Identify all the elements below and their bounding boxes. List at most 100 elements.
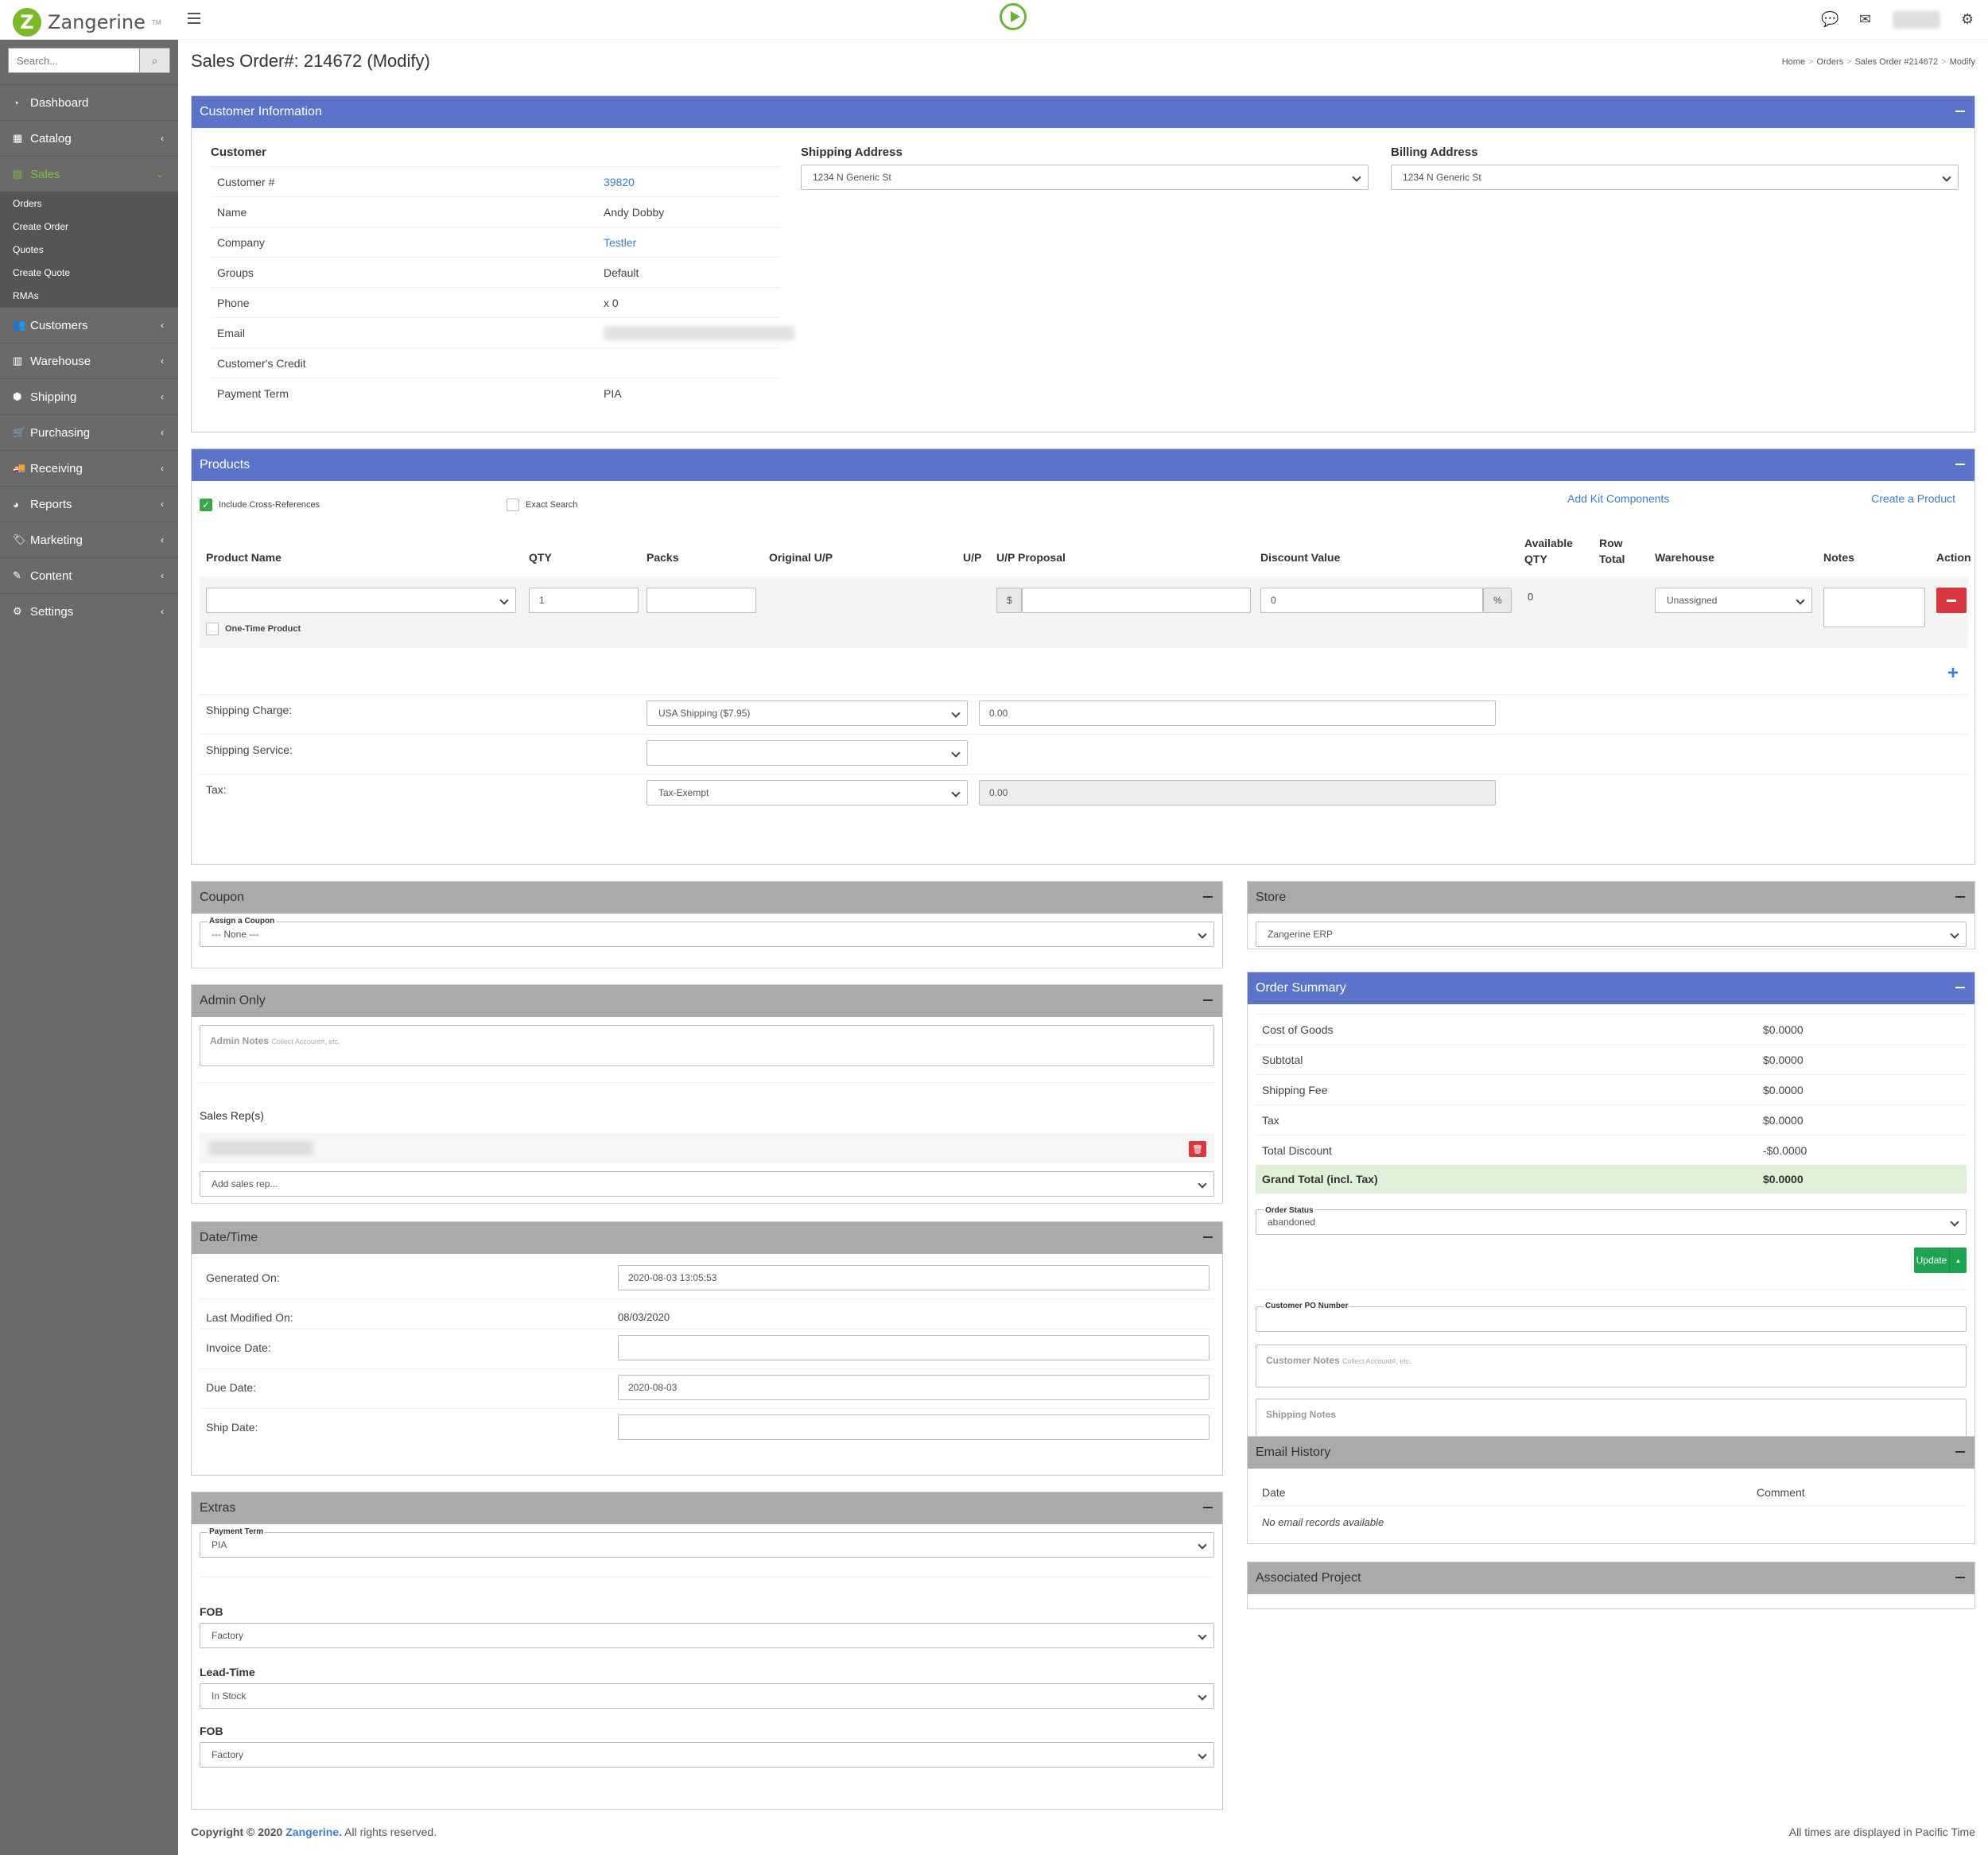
sidebar-item-dashboard[interactable]: ◔ Dashboard — [0, 84, 178, 120]
breadcrumb-item[interactable]: Sales Order #214672 — [1855, 57, 1939, 67]
include-xref-checkbox[interactable]: ✓ Include Cross-References — [200, 499, 320, 511]
user-avatar[interactable] — [1893, 11, 1940, 29]
sidebar-item-label: Dashboard — [30, 95, 89, 110]
payment-term-select[interactable]: PIA — [200, 1532, 1214, 1558]
subnav-item[interactable]: Orders — [0, 192, 178, 215]
customer-po-input[interactable] — [1256, 1306, 1967, 1332]
sidebar-item-sales[interactable]: ▤ Sales ⌄ — [0, 156, 178, 192]
top-bar: Z Zangerine TM 💬 ✉ ⚙ — [0, 0, 1988, 40]
sidebar-item-customers[interactable]: 👥 Customers ‹ — [0, 307, 178, 343]
warehouse-select[interactable]: Unassigned — [1655, 588, 1812, 613]
sidebar-item-shipping[interactable]: ⬢ Shipping ‹ — [0, 378, 178, 414]
lead-time-select[interactable]: In Stock — [200, 1683, 1214, 1709]
divider — [200, 734, 1968, 735]
update-button[interactable]: Update — [1914, 1248, 1949, 1273]
menu-toggle-icon[interactable] — [188, 13, 200, 24]
shipping-notes-textarea[interactable]: Shipping Notes — [1256, 1399, 1967, 1442]
collapse-icon[interactable] — [1203, 999, 1213, 1001]
trash-icon[interactable]: 🗑 — [1189, 1141, 1206, 1157]
sidebar-item-receiving[interactable]: 🚚 Receiving ‹ — [0, 450, 178, 486]
collapse-icon[interactable] — [1955, 464, 1965, 465]
product-name-select[interactable] — [206, 588, 516, 613]
collapse-icon[interactable] — [1955, 1451, 1965, 1453]
sidebar-item-label: Marketing — [30, 533, 83, 547]
dashboard-icon: ◔ — [13, 96, 19, 109]
subnav-item[interactable]: Quotes — [0, 238, 178, 261]
chevron-left-icon: ‹ — [161, 463, 164, 474]
breadcrumb-item: Modify — [1949, 57, 1975, 67]
footer-brand-link[interactable]: Zangerine. — [285, 1826, 342, 1838]
shipping-service-select[interactable] — [646, 740, 968, 766]
remove-row-button[interactable] — [1936, 588, 1967, 613]
search-input[interactable] — [8, 48, 140, 73]
sidebar-item-settings[interactable]: ⚙ Settings ‹ — [0, 593, 178, 629]
purchasing-icon: 🛒 — [13, 426, 26, 438]
fob-select-2[interactable]: Factory — [200, 1742, 1214, 1768]
row-value[interactable]: Testler — [604, 236, 636, 249]
shipping-charge-select[interactable]: USA Shipping ($7.95) — [646, 700, 968, 726]
packs-input[interactable] — [646, 588, 756, 613]
customer-notes-textarea[interactable]: Customer Notes Collect Account#, etc. — [1256, 1345, 1967, 1387]
datetime-panel: Date/Time Generated On: 2020-08-03 13:05:… — [191, 1221, 1223, 1476]
sidebar-item-content[interactable]: ✎ Content ‹ — [0, 557, 178, 593]
collapse-icon[interactable] — [1955, 896, 1965, 898]
coupon-select[interactable]: --- None --- — [200, 922, 1214, 947]
sidebar-item-purchasing[interactable]: 🛒 Purchasing ‹ — [0, 414, 178, 450]
chat-icon[interactable]: 💬 — [1821, 11, 1839, 28]
date-input[interactable]: 2020-08-03 13:05:53 — [618, 1265, 1209, 1290]
collapse-icon[interactable] — [1203, 1236, 1213, 1238]
exact-search-checkbox[interactable]: Exact Search — [507, 499, 577, 511]
discount-input[interactable]: 0 — [1260, 588, 1483, 613]
one-time-product-checkbox[interactable]: One-Time Product — [206, 623, 301, 635]
settings-gear-icon[interactable]: ⚙ — [1961, 11, 1974, 28]
lead-time-label: Lead-Time — [200, 1666, 255, 1678]
sidebar-item-catalog[interactable]: ▦ Catalog ‹ — [0, 120, 178, 156]
shipping-address-select[interactable]: 1234 N Generic St — [801, 165, 1369, 190]
store-select[interactable]: Zangerine ERP — [1256, 922, 1967, 947]
sidebar-item-warehouse[interactable]: ▥ Warehouse ‹ — [0, 343, 178, 378]
shipping-charge-input[interactable]: 0.00 — [979, 700, 1496, 726]
search-icon[interactable]: ⌕ — [140, 48, 170, 73]
copyright-text: Copyright © 2020 — [191, 1826, 283, 1838]
play-icon[interactable] — [1000, 3, 1027, 30]
trademark: TM — [151, 18, 161, 26]
collapse-icon[interactable] — [1955, 987, 1965, 988]
row-label: Groups — [217, 266, 254, 279]
sales-rep-row: 🗑 — [200, 1133, 1214, 1163]
collapse-icon[interactable] — [1203, 1507, 1213, 1508]
col-product-name: Product Name — [206, 551, 282, 564]
subnav-item[interactable]: Create Order — [0, 215, 178, 238]
summary-row: Cost of Goods $0.0000 — [1256, 1014, 1967, 1044]
collapse-icon[interactable] — [1203, 896, 1213, 898]
app-logo[interactable]: Z Zangerine TM — [13, 8, 161, 37]
admin-notes-textarea[interactable]: Admin Notes Collect Account#, etc. — [200, 1025, 1214, 1066]
date-input[interactable] — [618, 1335, 1209, 1360]
add-sales-rep-select[interactable]: Add sales rep... — [200, 1171, 1214, 1197]
add-kit-components-link[interactable]: Add Kit Components — [1567, 492, 1669, 505]
date-input[interactable] — [618, 1415, 1209, 1440]
collapse-icon[interactable] — [1955, 111, 1965, 112]
billing-address-select[interactable]: 1234 N Generic St — [1391, 165, 1959, 190]
divider — [1256, 1289, 1967, 1290]
caret-up-icon[interactable]: ▲ — [1949, 1248, 1967, 1273]
order-status-select[interactable]: abandoned — [1256, 1209, 1967, 1235]
breadcrumb-item[interactable]: Home — [1782, 57, 1805, 67]
mail-icon[interactable]: ✉ — [1859, 11, 1871, 28]
sidebar-item-marketing[interactable]: 🏷 Marketing ‹ — [0, 522, 178, 557]
collapse-icon[interactable] — [1955, 1577, 1965, 1578]
notes-textarea[interactable] — [1823, 588, 1925, 627]
qty-input[interactable]: 1 — [529, 588, 639, 613]
up-proposal-input[interactable] — [1022, 588, 1251, 613]
subnav-item[interactable]: Create Quote — [0, 261, 178, 284]
panel-header: Associated Project — [1248, 1562, 1974, 1594]
summary-label: Shipping Fee — [1262, 1083, 1328, 1096]
create-product-link[interactable]: Create a Product — [1871, 492, 1955, 505]
add-row-plus-icon[interactable]: + — [1947, 662, 1959, 685]
row-value[interactable]: 39820 — [604, 176, 635, 188]
subnav-item[interactable]: RMAs — [0, 284, 178, 307]
date-input[interactable]: 2020-08-03 — [618, 1375, 1209, 1400]
tax-select[interactable]: Tax-Exempt — [646, 780, 968, 805]
sidebar-item-reports[interactable]: ◕ Reports ‹ — [0, 486, 178, 522]
fob-select[interactable]: Factory — [200, 1623, 1214, 1648]
breadcrumb-item[interactable]: Orders — [1817, 57, 1844, 67]
